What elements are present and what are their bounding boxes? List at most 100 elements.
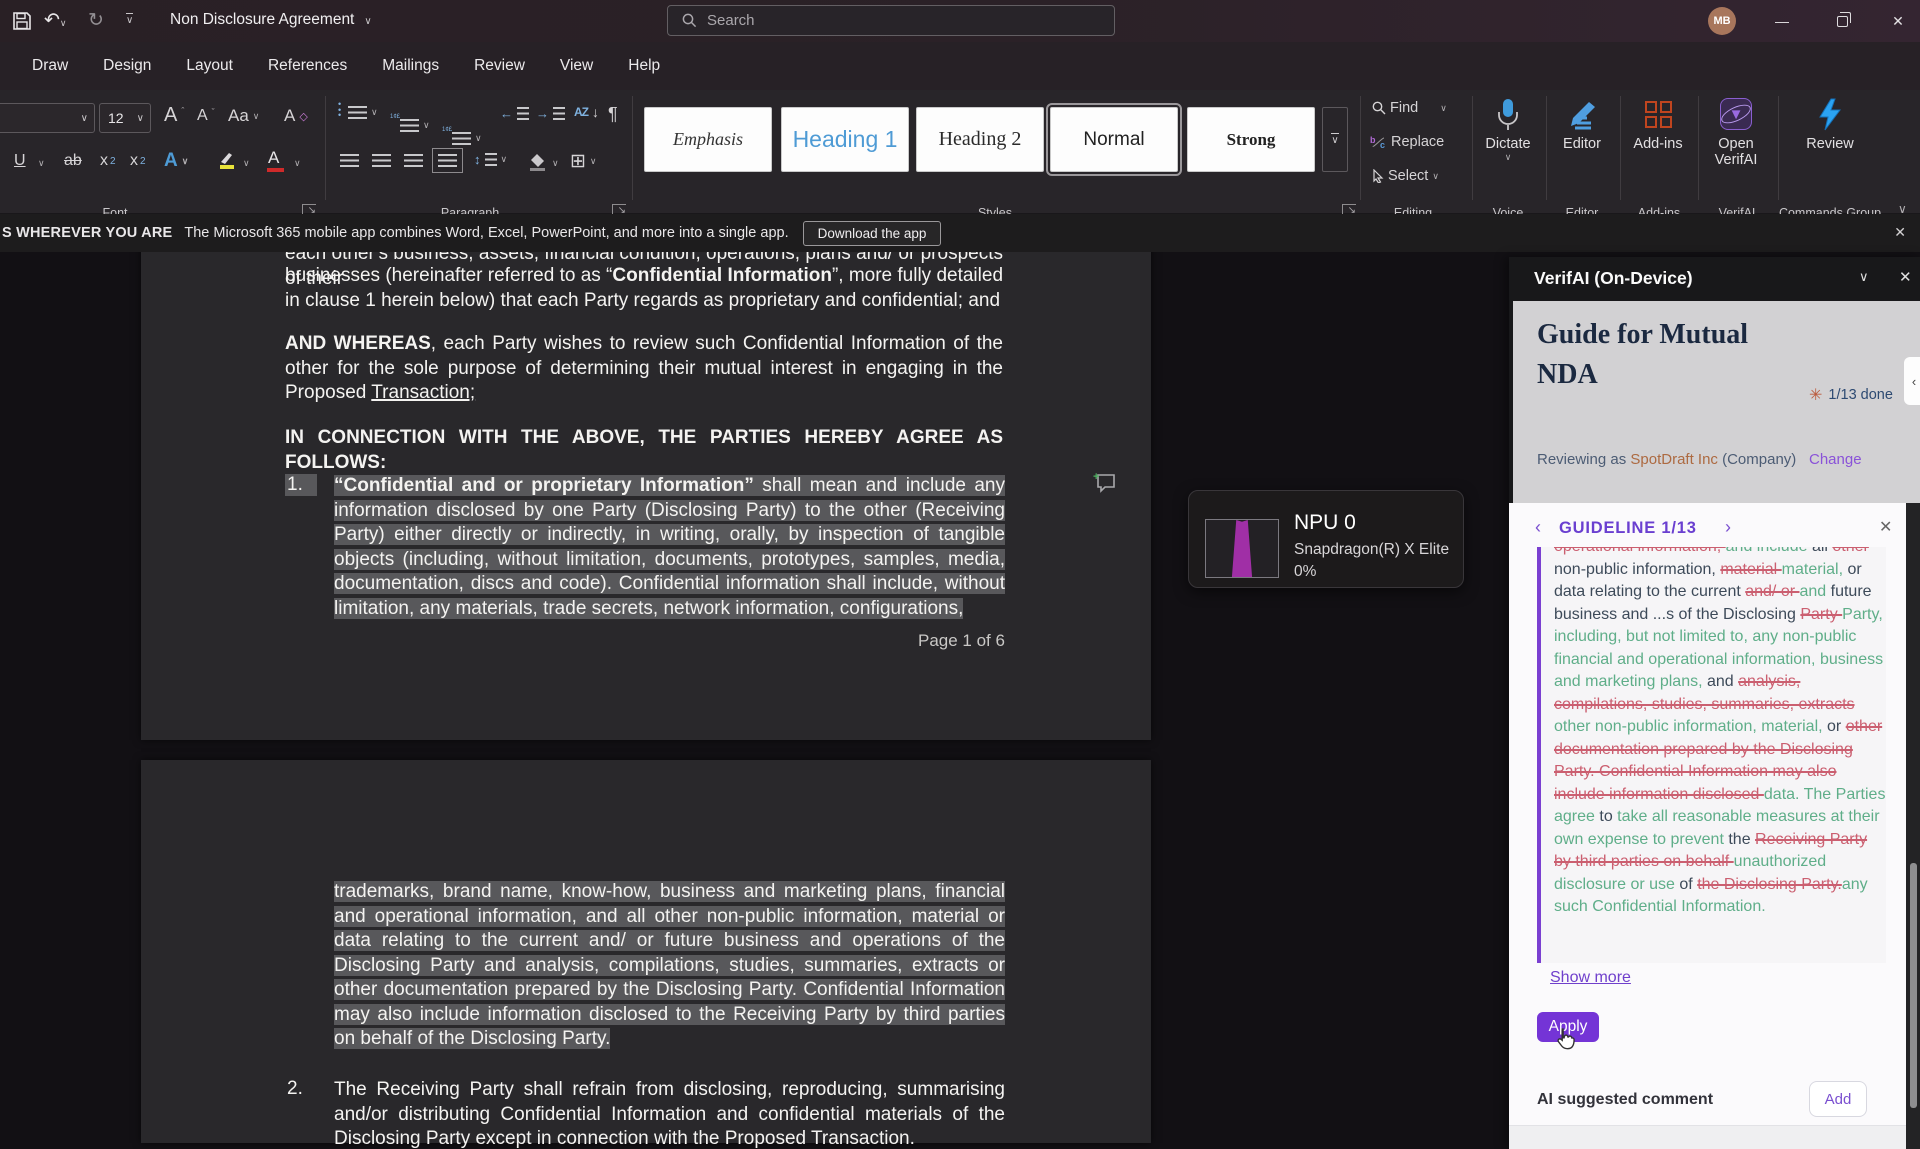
diff-deleted-text: the Disclosing Party. [1697, 876, 1842, 893]
show-more-link[interactable]: Show more [1550, 969, 1631, 987]
increase-indent-button[interactable]: → [536, 106, 565, 121]
borders-button[interactable]: ⊞∨ [570, 150, 597, 173]
clause-2-text[interactable]: The Receiving Party shall refrain from d… [334, 1078, 1005, 1149]
diff-inserted-text: other non-public information, material, [1554, 718, 1827, 735]
tab-design[interactable]: Design [101, 53, 153, 79]
underline-options-icon[interactable]: ∨ [38, 158, 45, 169]
editor-button[interactable]: Editor [1546, 98, 1618, 152]
tab-help[interactable]: Help [626, 53, 662, 79]
add-comment-button[interactable]: Add [1809, 1081, 1867, 1117]
find-button[interactable]: Find∨ [1372, 100, 1447, 116]
replace-button[interactable]: bc Replace [1370, 134, 1444, 150]
tab-draw[interactable]: Draw [30, 53, 70, 79]
align-right-button[interactable] [404, 154, 423, 167]
tab-references[interactable]: References [266, 53, 349, 79]
style-strong[interactable]: Strong [1187, 107, 1315, 172]
diff-inserted-text: and [1800, 583, 1831, 600]
dictate-options-icon[interactable]: ∨ [1472, 152, 1544, 163]
grow-font-button[interactable]: Aˆ [164, 104, 184, 127]
quick-access-more-icon[interactable]: ∨ [126, 13, 133, 26]
search-input[interactable]: Search [667, 5, 1115, 36]
download-app-button[interactable]: Download the app [803, 221, 942, 246]
panel-scrollbar-thumb[interactable] [1910, 863, 1917, 1108]
font-color-options-icon[interactable]: ∨ [294, 158, 301, 169]
highlight-options-icon[interactable]: ∨ [243, 158, 250, 169]
diff-deleted-text: Party [1800, 606, 1842, 623]
find-icon [1372, 101, 1386, 115]
decrease-indent-button[interactable]: ← [500, 106, 529, 121]
shading-options-icon[interactable]: ∨ [552, 158, 559, 169]
superscript-button[interactable]: x2 [130, 152, 146, 170]
panel-scrollbar-track[interactable] [1906, 503, 1920, 1149]
panel-collapse-icon[interactable]: ∨ [1859, 269, 1869, 285]
group-separator [632, 96, 633, 200]
open-verifai-button[interactable]: ▼ Open VerifAI [1700, 98, 1772, 168]
avatar[interactable]: MB [1708, 7, 1736, 35]
select-button[interactable]: Select∨ [1372, 168, 1439, 184]
ribbon-tabs: Draw Design Layout References Mailings R… [30, 42, 662, 90]
tab-layout[interactable]: Layout [184, 53, 235, 79]
align-center-button[interactable] [372, 154, 391, 167]
clause-1-text[interactable]: “Confidential and or proprietary Informa… [334, 474, 1005, 621]
paragraph-recitals: businesses (hereinafter referred to as “… [285, 264, 1003, 313]
panel-expand-button[interactable]: ‹ [1904, 357, 1920, 405]
guideline-prev-icon[interactable]: ‹ [1535, 517, 1541, 538]
line-spacing-button[interactable]: ↕∨ [474, 152, 507, 167]
banner-message: The Microsoft 365 mobile app combines Wo… [184, 225, 788, 241]
diff-deleted-text: and/ or [1745, 583, 1799, 600]
redo-button[interactable]: ↻ [88, 0, 104, 42]
tab-view[interactable]: View [558, 53, 595, 79]
change-case-button[interactable]: Aa∨ [228, 106, 259, 126]
undo-button[interactable]: ↶∨ [44, 0, 67, 44]
tab-review[interactable]: Review [472, 53, 527, 79]
underline-button[interactable]: U [14, 152, 26, 170]
minimize-button[interactable]: — [1760, 0, 1804, 42]
shrink-font-button[interactable]: Aˇ [197, 107, 215, 125]
shading-button[interactable] [528, 152, 547, 176]
document-title[interactable]: Non Disclosure Agreement∨ [170, 11, 372, 29]
clear-formatting-button[interactable]: A◇ [284, 106, 308, 126]
highlight-color-button[interactable] [217, 150, 237, 175]
guideline-next-icon[interactable]: › [1725, 517, 1731, 538]
style-heading2[interactable]: Heading 2 [916, 107, 1044, 172]
diff-deleted-text: operational information, [1554, 547, 1726, 555]
align-left-button[interactable] [340, 154, 359, 167]
subscript-button[interactable]: x2 [100, 152, 116, 170]
save-icon[interactable] [12, 0, 32, 47]
font-color-button[interactable]: A [268, 148, 279, 168]
text-effects-button[interactable]: A∨ [164, 150, 188, 172]
review-command-button[interactable]: Review [1794, 98, 1866, 152]
sort-button[interactable]: AZ↓ [574, 104, 599, 120]
redline-diff-container[interactable]: operational information, and include all… [1537, 547, 1886, 963]
addins-button[interactable]: Add-ins [1622, 98, 1694, 152]
diff-unchanged-text: and [1707, 673, 1738, 690]
panel-close-icon[interactable]: ✕ [1899, 268, 1912, 286]
verifai-logo-icon: ▼ [1700, 98, 1772, 136]
highlighter-icon [217, 150, 237, 170]
word-app-window: ↶∨ ↻ ∨ Non Disclosure Agreement∨ Search … [0, 0, 1920, 1149]
style-normal[interactable]: Normal [1050, 107, 1178, 172]
close-button[interactable]: ✕ [1876, 0, 1920, 42]
tab-mailings[interactable]: Mailings [380, 53, 441, 79]
restore-button[interactable] [1820, 0, 1864, 42]
style-heading1[interactable]: Heading 1 [781, 107, 909, 172]
strikethrough-button[interactable]: ab [64, 152, 82, 170]
clause-1-continuation-text[interactable]: trademarks, brand name, know-how, busine… [334, 880, 1005, 1052]
margin-comment-icon[interactable]: + [1093, 471, 1117, 498]
style-emphasis[interactable]: Emphasis [644, 107, 772, 172]
document-page-1[interactable]: each other's business, assets, financial… [141, 236, 1151, 740]
svg-text:+: + [1093, 471, 1099, 483]
change-entity-link[interactable]: Change [1809, 451, 1862, 468]
font-size-combo[interactable]: 12∨ [99, 103, 151, 133]
document-page-2[interactable]: trademarks, brand name, know-how, busine… [141, 760, 1151, 1143]
progress-text: 1/13 done [1828, 387, 1893, 403]
dictate-button[interactable]: Dictate ∨ [1472, 98, 1544, 163]
pilcrow-button[interactable]: ¶ [608, 104, 618, 125]
banner-close-icon[interactable]: ✕ [1894, 224, 1906, 241]
title-bar: ↶∨ ↻ ∨ Non Disclosure Agreement∨ Search … [0, 0, 1920, 42]
guideline-close-icon[interactable]: ✕ [1879, 517, 1892, 537]
align-justify-button[interactable] [438, 154, 457, 167]
styles-gallery-more-button[interactable]: ∨ [1322, 107, 1348, 172]
progress-spinner-icon: ✳ [1809, 385, 1822, 405]
font-name-combo[interactable]: ∨ [0, 103, 95, 133]
